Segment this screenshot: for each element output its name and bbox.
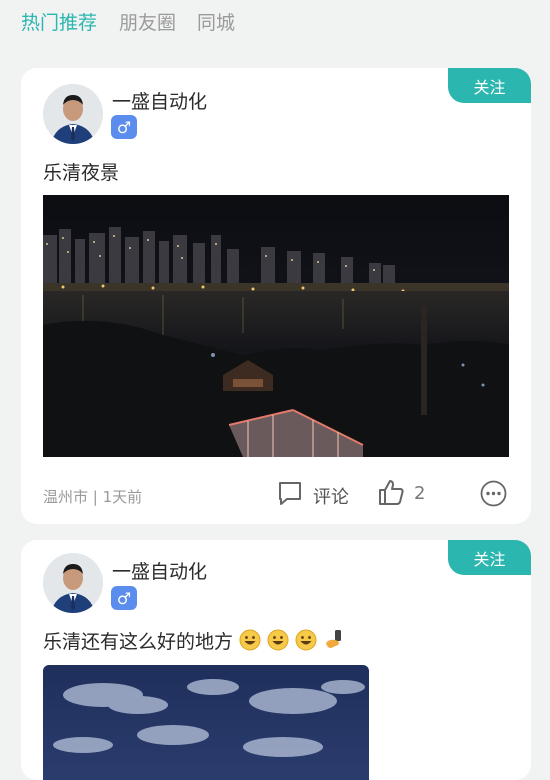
user-portrait-icon	[43, 84, 103, 144]
more-options-icon[interactable]	[480, 480, 507, 507]
post-text: 乐清还有这么好的地方	[43, 627, 345, 654]
follow-button[interactable]: 关注	[448, 540, 531, 575]
tab-same-city[interactable]: 同城	[197, 8, 235, 35]
username[interactable]: 一盛自动化	[112, 87, 207, 114]
post-text: 乐清夜景	[43, 162, 120, 184]
city-night-river-photo	[43, 195, 509, 457]
user-portrait-icon	[43, 553, 103, 613]
comment-button[interactable]: 评论	[313, 483, 349, 509]
tab-hot-recommend[interactable]: 热门推荐	[21, 8, 97, 35]
grinning-face-emoji	[239, 629, 261, 651]
post-photo[interactable]	[43, 195, 509, 457]
selfie-emoji	[326, 630, 342, 648]
thumbs-up-icon[interactable]	[377, 478, 405, 506]
post-photo[interactable]	[43, 665, 369, 780]
grinning-face-emoji	[295, 629, 317, 651]
grinning-face-emoji	[267, 629, 289, 651]
follow-button[interactable]: 关注	[448, 68, 531, 103]
male-icon: ♂	[111, 115, 137, 139]
night-sky-clouds-photo	[43, 665, 369, 780]
location-time: 温州市 | 1天前	[43, 488, 143, 506]
feed-tabs: 热门推荐 朋友圈 同城	[0, 0, 550, 44]
male-icon: ♂	[111, 586, 137, 610]
username[interactable]: 一盛自动化	[112, 557, 207, 584]
avatar[interactable]	[43, 553, 103, 613]
post-text-content: 乐清还有这么好的地方	[43, 631, 234, 653]
tab-moments[interactable]: 朋友圈	[119, 8, 176, 35]
like-count: 2	[414, 483, 426, 504]
post-card[interactable]: 关注 一盛自动化 ♂ 乐清夜景 温州市 | 1天前 评论 2	[21, 68, 531, 524]
post-card[interactable]: 关注 一盛自动化 ♂ 乐清还有这么好的地方	[21, 540, 531, 780]
avatar[interactable]	[43, 84, 103, 144]
comment-icon[interactable]	[277, 480, 303, 506]
